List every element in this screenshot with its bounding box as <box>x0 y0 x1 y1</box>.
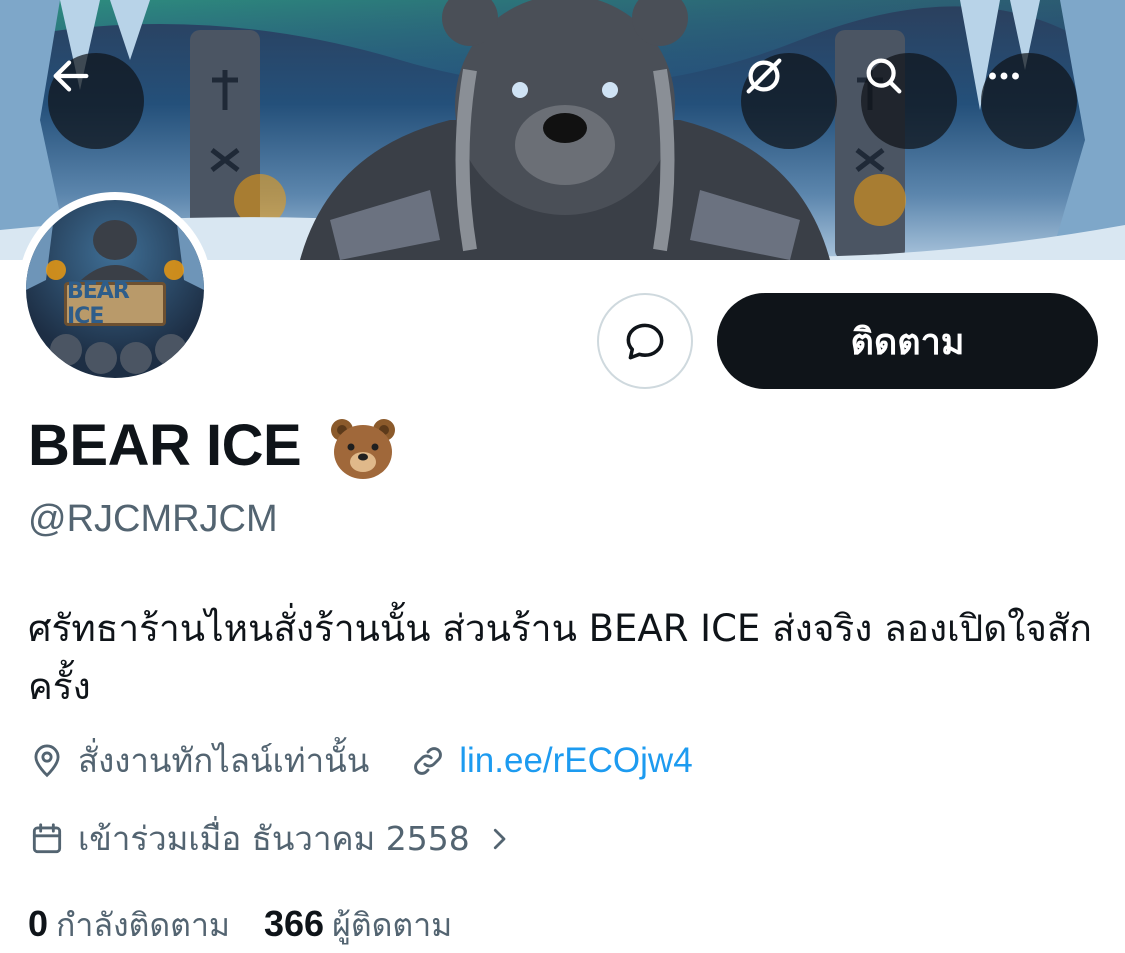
profile-avatar[interactable]: BEAR ICE <box>18 192 212 386</box>
location-pin-icon <box>34 744 60 777</box>
user-handle: @RJCMRJCM <box>28 498 278 540</box>
following-count: 0 <box>28 903 49 944</box>
search-icon <box>866 58 902 94</box>
joined-date-text: เข้าร่วมเมื่อ ธันวาคม 2558 <box>78 819 470 858</box>
followers-label: ผู้ติดตาม <box>332 906 453 944</box>
calendar-icon <box>32 822 62 853</box>
display-name: BEAR ICE <box>28 413 302 478</box>
back-button[interactable] <box>48 53 144 149</box>
location-website-row: สั่งงานทักไลน์เท่านั้น lin.ee/rECOjw4 <box>28 734 693 787</box>
joined-row[interactable]: เข้าร่วมเมื่อ ธันวาคม 2558 <box>28 812 526 865</box>
chevron-right-icon <box>493 828 506 849</box>
message-bubble-icon <box>626 323 664 360</box>
profile-bio: ศรัทธาร้านไหนสั่งร้านนั้น ส่วนร้าน BEAR … <box>28 607 1092 708</box>
search-button[interactable] <box>861 53 957 149</box>
more-button[interactable] <box>981 53 1077 149</box>
grok-button[interactable] <box>741 53 837 149</box>
followers-count: 366 <box>264 903 325 944</box>
arrow-left-icon <box>53 60 89 92</box>
website-link[interactable]: lin.ee/rECOjw4 <box>459 741 692 781</box>
follow-stats: 0 กำลังติดตาม 366 ผู้ติดตาม <box>28 900 452 951</box>
follow-button[interactable]: ติดตาม <box>717 293 1098 389</box>
following-label: กำลังติดตาม <box>56 906 231 944</box>
avatar-image: BEAR ICE <box>26 200 204 378</box>
bear-face-emoji-icon <box>331 419 395 479</box>
link-icon <box>414 746 443 775</box>
followers-stat[interactable]: 366 ผู้ติดตาม <box>264 900 452 951</box>
message-button[interactable] <box>597 293 693 389</box>
following-stat[interactable]: 0 กำลังติดตาม <box>28 900 230 951</box>
avatar-sign-text: BEAR ICE <box>64 279 166 329</box>
more-icon <box>989 72 1019 80</box>
grok-icon <box>746 58 782 94</box>
location-text: สั่งงานทักไลน์เท่านั้น <box>78 741 370 780</box>
